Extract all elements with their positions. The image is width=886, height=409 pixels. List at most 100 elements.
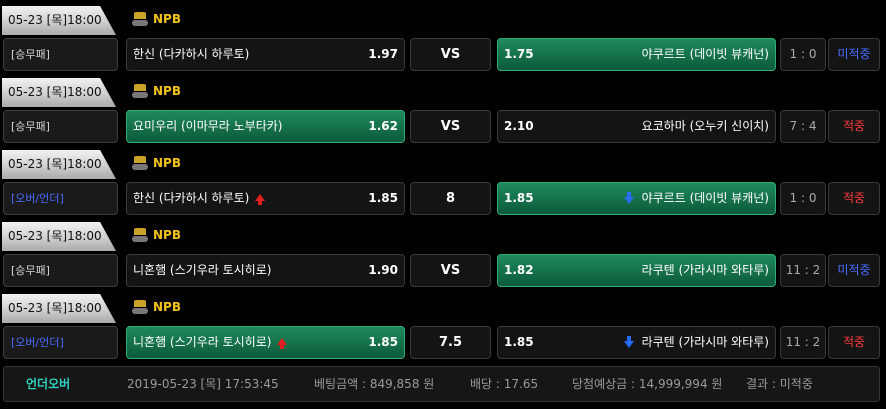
game-header: 05-23 [목]18:00 NPB — [0, 288, 886, 324]
trophy-icon — [131, 83, 149, 99]
away-team-name: 라쿠텐 (가라시마 와타루) — [623, 327, 769, 358]
trophy-icon — [131, 11, 149, 27]
bet-type: [오버/언더] — [3, 182, 118, 215]
home-odds: 1.97 — [368, 47, 398, 61]
game-score: 7 : 4 — [780, 110, 826, 143]
away-odds: 2.10 — [504, 119, 534, 133]
game-block: 05-23 [목]18:00 NPB [오버/언더] 니혼햄 (스기우라 토시히… — [0, 288, 886, 360]
away-team-option[interactable]: 2.10 요코하마 (오누키 신이치) — [497, 110, 776, 143]
game-score: 1 : 0 — [780, 182, 826, 215]
middle-option[interactable]: 8 — [410, 182, 491, 215]
away-team-option[interactable]: 1.85 야쿠르트 (데이빗 뷰캐넌) — [497, 182, 776, 215]
arrow-up-icon — [277, 338, 288, 349]
game-date: 05-23 [목]18:00 — [2, 150, 116, 179]
bet-row: [오버/언더] 한신 (다카하시 하루토) 1.85 8 1.85 야쿠르트 (… — [0, 182, 886, 216]
league-label: NPB — [131, 224, 181, 246]
league-name: NPB — [153, 300, 181, 314]
away-team-name: 요코하마 (오누키 신이치) — [642, 111, 769, 142]
league-label: NPB — [131, 296, 181, 318]
summary-odds: 배당 : 17.65 — [470, 377, 539, 391]
home-team-name: 니혼햄 (스기우라 토시히로) — [133, 255, 271, 286]
result-badge: 적중 — [828, 110, 880, 143]
league-name: NPB — [153, 156, 181, 170]
bet-summary-bar: 언더오버 2019-05-23 [목] 17:53:45 베팅금액 : 849,… — [3, 366, 880, 402]
away-team-name: 야쿠르트 (데이빗 뷰캐넌) — [623, 183, 769, 214]
game-header: 05-23 [목]18:00 NPB — [0, 0, 886, 36]
game-header: 05-23 [목]18:00 NPB — [0, 216, 886, 252]
result-badge: 미적중 — [828, 38, 880, 71]
trophy-icon — [131, 227, 149, 243]
game-header: 05-23 [목]18:00 NPB — [0, 72, 886, 108]
bet-type: [승무패] — [3, 254, 118, 287]
middle-option[interactable]: VS — [410, 38, 491, 71]
result-badge: 적중 — [828, 182, 880, 215]
arrow-down-icon — [623, 336, 634, 348]
home-odds: 1.85 — [368, 191, 398, 205]
league-label: NPB — [131, 152, 181, 174]
bet-row: [오버/언더] 니혼햄 (스기우라 토시히로) 1.85 7.5 1.85 라쿠… — [0, 326, 886, 360]
away-team-name: 라쿠텐 (가라시마 와타루) — [642, 255, 769, 286]
home-odds: 1.85 — [368, 335, 398, 349]
middle-option[interactable]: VS — [410, 254, 491, 287]
summary-bet-type: 언더오버 — [26, 377, 71, 391]
game-date: 05-23 [목]18:00 — [2, 78, 116, 107]
away-team-label: 라쿠텐 (가라시마 와타루) — [641, 335, 769, 349]
away-team-option[interactable]: 1.82 라쿠텐 (가라시마 와타루) — [497, 254, 776, 287]
home-team-option[interactable]: 한신 (다카하시 하루토) 1.97 — [126, 38, 405, 71]
trophy-icon — [131, 155, 149, 171]
bet-row: [승무패] 한신 (다카하시 하루토) 1.97 VS 1.75 야쿠르트 (데… — [0, 38, 886, 72]
game-score: 11 : 2 — [780, 254, 826, 287]
bet-type: [승무패] — [3, 110, 118, 143]
home-team-option[interactable]: 요미우리 (이마무라 노부타카) 1.62 — [126, 110, 405, 143]
summary-datetime: 2019-05-23 [목] 17:53:45 — [127, 377, 279, 391]
league-name: NPB — [153, 228, 181, 242]
bet-row: [승무패] 니혼햄 (스기우라 토시히로) 1.90 VS 1.82 라쿠텐 (… — [0, 254, 886, 288]
home-team-option[interactable]: 니혼햄 (스기우라 토시히로) 1.90 — [126, 254, 405, 287]
home-team-name: 니혼햄 (스기우라 토시히로) — [133, 327, 288, 358]
away-odds: 1.85 — [504, 191, 534, 205]
league-label: NPB — [131, 80, 181, 102]
away-team-name: 야쿠르트 (데이빗 뷰캐넌) — [642, 39, 769, 70]
home-team-option[interactable]: 한신 (다카하시 하루토) 1.85 — [126, 182, 405, 215]
bet-type: [오버/언더] — [3, 326, 118, 359]
result-badge: 적중 — [828, 326, 880, 359]
away-odds: 1.85 — [504, 335, 534, 349]
summary-result: 결과 : 미적중 — [746, 377, 813, 391]
game-date: 05-23 [목]18:00 — [2, 6, 116, 35]
home-odds: 1.62 — [368, 119, 398, 133]
away-team-option[interactable]: 1.85 라쿠텐 (가라시마 와타루) — [497, 326, 776, 359]
home-team-label: 한신 (다카하시 하루토) — [133, 191, 250, 205]
game-block: 05-23 [목]18:00 NPB [승무패] 니혼햄 (스기우라 토시히로)… — [0, 216, 886, 288]
home-team-label: 요미우리 (이마무라 노부타카) — [133, 119, 283, 133]
game-date: 05-23 [목]18:00 — [2, 222, 116, 251]
away-team-option[interactable]: 1.75 야쿠르트 (데이빗 뷰캐넌) — [497, 38, 776, 71]
middle-option[interactable]: VS — [410, 110, 491, 143]
game-date: 05-23 [목]18:00 — [2, 294, 116, 323]
result-badge: 미적중 — [828, 254, 880, 287]
game-block: 05-23 [목]18:00 NPB [오버/언더] 한신 (다카하시 하루토)… — [0, 144, 886, 216]
game-score: 11 : 2 — [780, 326, 826, 359]
summary-bet-amount: 베팅금액 : 849,858 원 — [314, 377, 435, 391]
game-block: 05-23 [목]18:00 NPB [승무패] 한신 (다카하시 하루토) 1… — [0, 0, 886, 72]
arrow-up-icon — [255, 194, 266, 205]
middle-option[interactable]: 7.5 — [410, 326, 491, 359]
game-score: 1 : 0 — [780, 38, 826, 71]
home-team-name: 한신 (다카하시 하루토) — [133, 39, 249, 70]
home-team-option[interactable]: 니혼햄 (스기우라 토시히로) 1.85 — [126, 326, 405, 359]
league-label: NPB — [131, 8, 181, 30]
home-team-label: 니혼햄 (스기우라 토시히로) — [133, 263, 272, 277]
game-header: 05-23 [목]18:00 NPB — [0, 144, 886, 180]
home-team-name: 한신 (다카하시 하루토) — [133, 183, 266, 214]
away-odds: 1.82 — [504, 263, 534, 277]
away-team-label: 야쿠르트 (데이빗 뷰캐넌) — [641, 191, 769, 205]
arrow-down-icon — [623, 192, 634, 204]
away-team-label: 야쿠르트 (데이빗 뷰캐넌) — [641, 47, 769, 61]
bet-type: [승무패] — [3, 38, 118, 71]
league-name: NPB — [153, 84, 181, 98]
trophy-icon — [131, 299, 149, 315]
summary-expected-win: 당첨예상금 : 14,999,994 원 — [572, 377, 723, 391]
bet-row: [승무패] 요미우리 (이마무라 노부타카) 1.62 VS 2.10 요코하마… — [0, 110, 886, 144]
league-name: NPB — [153, 12, 181, 26]
away-team-label: 요코하마 (오누키 신이치) — [641, 119, 769, 133]
game-block: 05-23 [목]18:00 NPB [승무패] 요미우리 (이마무라 노부타카… — [0, 72, 886, 144]
